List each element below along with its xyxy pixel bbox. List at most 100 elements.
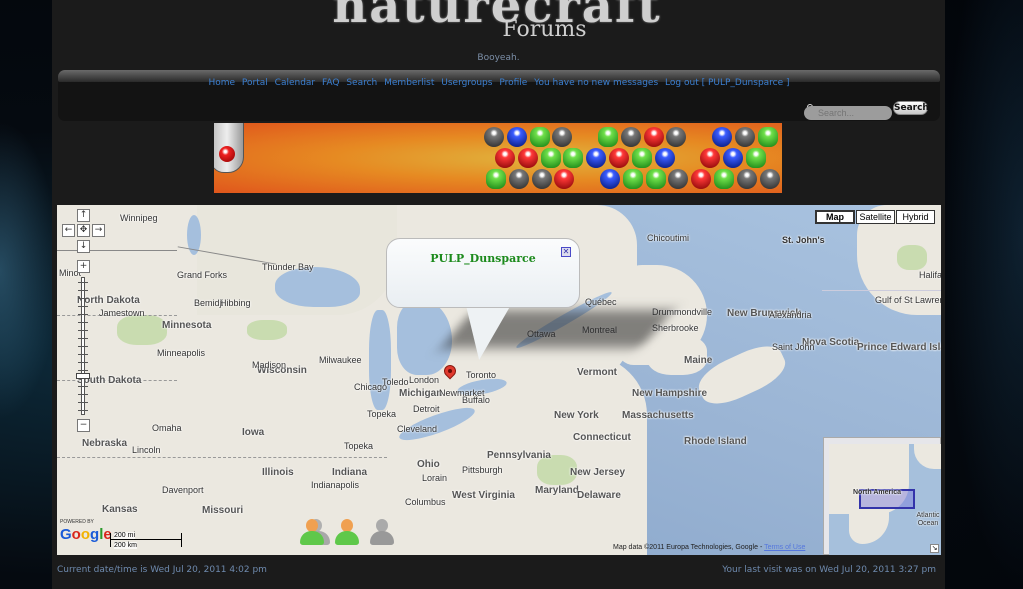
- nav-logout[interactable]: Log out [ PULP_Dunsparce ]: [665, 78, 789, 88]
- map-label: Massachusetts: [622, 410, 694, 421]
- nav-links: Home Portal Calendar FAQ Search Memberli…: [58, 78, 940, 88]
- zoom-tick: [78, 290, 88, 291]
- ball-black: [666, 127, 687, 147]
- map-forest: [117, 315, 167, 345]
- user-online-icon[interactable]: [335, 519, 359, 547]
- google-logo[interactable]: Google: [60, 526, 112, 543]
- ball-launcher-icon: [214, 123, 244, 173]
- pan-center-icon[interactable]: ✥: [77, 224, 90, 237]
- background-decoration: [0, 120, 60, 420]
- map-forest: [247, 320, 287, 340]
- zoom-slider[interactable]: [78, 277, 88, 415]
- map-type-hybrid-button[interactable]: Hybrid: [896, 210, 935, 224]
- resize-icon[interactable]: ↘: [930, 544, 939, 553]
- ball-black: [620, 127, 641, 147]
- ball-green: [563, 148, 584, 168]
- map-label: Indiana: [332, 467, 368, 478]
- map-type-map-button[interactable]: Map: [815, 210, 855, 224]
- zoom-tick: [78, 322, 88, 323]
- ball-red: [700, 148, 721, 168]
- background-decoration-right: [943, 0, 1023, 589]
- terms-of-use-link[interactable]: Terms of Use: [764, 544, 805, 551]
- pan-right-icon[interactable]: →: [92, 224, 105, 237]
- nav-portal[interactable]: Portal: [242, 78, 268, 88]
- nav-usergroups[interactable]: Usergroups: [441, 78, 492, 88]
- map-border: [57, 250, 177, 251]
- logo-sub-text: Forums: [502, 17, 587, 42]
- nav-bar: Home Portal Calendar FAQ Search Memberli…: [58, 70, 940, 121]
- nav-profile[interactable]: Profile: [499, 78, 527, 88]
- map-label: Minnesota: [162, 320, 212, 331]
- ball-green: [598, 127, 618, 147]
- map-label: Cleveland: [397, 424, 438, 434]
- pan-down-icon[interactable]: ↓: [77, 240, 90, 253]
- map-label: Nebraska: [82, 438, 128, 449]
- map-label: Prince Edward Island: [857, 342, 941, 353]
- ball-black: [734, 127, 755, 147]
- nav-memberlist[interactable]: Memberlist: [384, 78, 434, 88]
- map-label: Alexandria: [769, 310, 812, 320]
- map-label: Madison: [252, 360, 287, 370]
- map-label: Newmarket: [439, 388, 485, 398]
- map-label: Vermont: [577, 367, 618, 378]
- nav-messages[interactable]: You have no new messages: [534, 78, 658, 88]
- ball-red: [554, 169, 575, 189]
- map-forest: [897, 245, 927, 270]
- zoom-tick: [78, 410, 88, 411]
- zoom-tick: [78, 282, 88, 283]
- map-type-satellite-button[interactable]: Satellite: [856, 210, 895, 224]
- map-label: Columbus: [405, 497, 446, 507]
- zoom-slider-handle[interactable]: [76, 373, 90, 379]
- zoom-tick: [78, 354, 88, 355]
- search-button[interactable]: Search: [893, 101, 929, 115]
- ball-green: [757, 127, 778, 147]
- map-label: Lorain: [422, 473, 448, 483]
- zoom-in-button[interactable]: +: [77, 260, 90, 273]
- ball-green: [714, 169, 734, 189]
- overview-map[interactable]: North America Atlantic Ocean ↘: [823, 437, 941, 555]
- ball-blue: [506, 127, 527, 147]
- ball-blue: [586, 148, 607, 168]
- nav-home[interactable]: Home: [208, 78, 235, 88]
- ball-red: [643, 127, 664, 147]
- map-label: New Jersey: [570, 467, 626, 478]
- map-label: North Dakota: [77, 295, 140, 306]
- zoom-tick: [78, 298, 88, 299]
- pan-up-icon[interactable]: ↑: [77, 209, 90, 222]
- google-map[interactable]: North Dakota South Dakota Minnesota Wisc…: [57, 205, 941, 555]
- map-label: St. John's: [782, 235, 825, 245]
- zoom-tick: [78, 338, 88, 339]
- nav-faq[interactable]: FAQ: [322, 78, 339, 88]
- ball-green: [745, 148, 766, 168]
- lake-superior: [275, 267, 360, 307]
- map-label: Davenport: [162, 485, 204, 495]
- site-logo[interactable]: naturecraft Forums: [332, 0, 662, 50]
- map-label: Jamestown: [99, 308, 145, 318]
- map-grid: [822, 290, 941, 291]
- map-label: Ohio: [417, 459, 440, 470]
- map-label: Grand Forks: [177, 270, 228, 280]
- map-label: Topeka: [367, 409, 397, 419]
- lake-michigan: [369, 310, 391, 410]
- map-label: Minneapolis: [157, 348, 206, 358]
- user-offline-icon[interactable]: [370, 519, 394, 547]
- map-label: Iowa: [242, 427, 265, 438]
- ball-green: [645, 169, 666, 189]
- search-input[interactable]: [804, 106, 892, 120]
- nav-search[interactable]: Search: [346, 78, 377, 88]
- ball-red: [495, 148, 515, 168]
- map-label: Missouri: [202, 505, 244, 516]
- pan-left-icon[interactable]: ←: [62, 224, 75, 237]
- nav-calendar[interactable]: Calendar: [275, 78, 315, 88]
- site-tagline: Booyeah.: [477, 53, 520, 63]
- map-label: Thunder Bay: [262, 262, 314, 272]
- zoom-out-button[interactable]: −: [77, 419, 90, 432]
- overview-map-view[interactable]: North America Atlantic Ocean: [829, 444, 941, 555]
- map-label: Kansas: [102, 504, 138, 515]
- ball-green: [631, 148, 652, 168]
- game-banner[interactable]: [214, 123, 782, 193]
- close-icon[interactable]: ✕: [561, 247, 571, 257]
- map-label: New Hampshire: [632, 388, 708, 399]
- map-label: Indianapolis: [311, 480, 360, 490]
- user-group-icon[interactable]: [300, 519, 330, 547]
